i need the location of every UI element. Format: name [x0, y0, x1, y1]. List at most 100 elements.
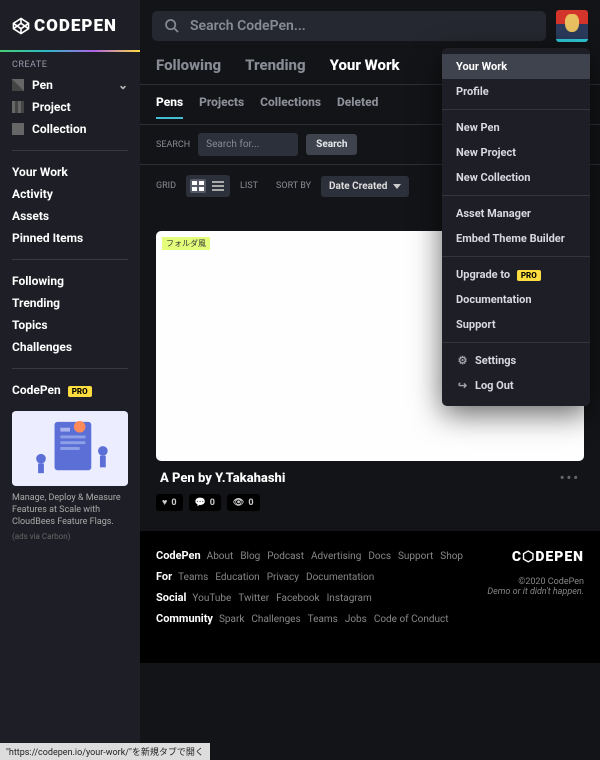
user-avatar[interactable]	[556, 10, 588, 42]
dropdown-divider	[442, 342, 590, 343]
ad-via[interactable]: (ads via Carbon)	[0, 528, 140, 545]
search-bar[interactable]	[152, 11, 546, 41]
dropdown-new-collection[interactable]: New Collection	[442, 165, 590, 190]
grid-icon	[192, 181, 204, 191]
filter-search-input[interactable]	[198, 133, 298, 156]
dropdown-divider	[442, 256, 590, 257]
footer-link-privacy[interactable]: Privacy	[267, 572, 299, 583]
sidebar-item-trending[interactable]: Trending	[0, 292, 140, 314]
sidebar-create-pen[interactable]: Pen⌄	[0, 74, 140, 96]
footer-link-docs[interactable]: Docs	[368, 551, 391, 562]
codepen-logo-icon	[12, 17, 30, 35]
carbon-ad[interactable]	[12, 411, 128, 486]
sidebar-item-topics[interactable]: Topics	[0, 314, 140, 336]
dropdown-divider	[442, 195, 590, 196]
ad-illustration-icon	[12, 411, 128, 486]
divider	[12, 259, 128, 260]
dropdown-profile[interactable]: Profile	[442, 79, 590, 104]
logo-text: CODEPEN	[34, 16, 117, 36]
footer-link-advertising[interactable]: Advertising	[311, 551, 361, 562]
search-input[interactable]	[190, 18, 534, 34]
footer-head: CodePen	[156, 549, 201, 562]
footer-link-about[interactable]: About	[207, 551, 234, 562]
footer-link-code-of-conduct[interactable]: Code of Conduct	[374, 614, 449, 625]
footer-link-teams[interactable]: Teams	[308, 614, 338, 625]
eye-icon: 👁	[233, 498, 244, 508]
pen-more-button[interactable]: •••	[560, 471, 580, 486]
dropdown-your-work[interactable]: Your Work	[442, 54, 590, 79]
sidebar-item-your-work[interactable]: Your Work	[0, 161, 140, 183]
sidebar-item-challenges[interactable]: Challenges	[0, 336, 140, 358]
sidebar-item-following[interactable]: Following	[0, 270, 140, 292]
footer-link-support[interactable]: Support	[398, 551, 433, 562]
status-bar: "https://codepen.io/your-work/"を新規タブで開く	[0, 743, 210, 760]
footer: CodePen About Blog Podcast Advertising Docs Su…	[140, 531, 600, 663]
views-count: 0	[248, 498, 253, 508]
create-label: CREATE	[0, 58, 140, 74]
dropdown-asset-manager[interactable]: Asset Manager	[442, 201, 590, 226]
dropdown-settings[interactable]: ⚙Settings	[442, 348, 590, 373]
list-label: LIST	[240, 181, 258, 191]
filter-search-button[interactable]: Search	[306, 134, 357, 155]
footer-link-jobs[interactable]: Jobs	[345, 614, 367, 625]
grid-view-button[interactable]	[190, 179, 206, 193]
dropdown-upgrade[interactable]: Upgrade to PRO	[442, 262, 590, 287]
subtab-collections[interactable]: Collections	[260, 87, 321, 118]
sidebar-item-activity[interactable]: Activity	[0, 183, 140, 205]
footer-tagline: Demo or it didn't happen.	[487, 587, 584, 597]
comment-icon: 💬	[195, 498, 206, 508]
sortby-select[interactable]: Date Created	[321, 176, 409, 197]
stat-comments[interactable]: 💬0	[189, 494, 221, 511]
stat-likes[interactable]: ♥0	[156, 494, 183, 511]
pen-stats: ♥0 💬0 👁0	[156, 494, 584, 511]
footer-head: For	[156, 570, 172, 583]
footer-link-instagram[interactable]: Instagram	[327, 593, 372, 604]
footer-copyright: ©2020 CodePen	[487, 577, 584, 587]
dropdown-divider	[442, 109, 590, 110]
tab-trending[interactable]: Trending	[245, 56, 305, 74]
subtab-deleted[interactable]: Deleted	[337, 87, 378, 118]
sidebar: CODEPEN CREATE Pen⌄ProjectCollection You…	[0, 0, 140, 760]
footer-link-youtube[interactable]: YouTube	[192, 593, 231, 604]
tab-your-work[interactable]: Your Work	[330, 56, 400, 74]
dropdown-documentation[interactable]: Documentation	[442, 287, 590, 312]
dropdown-new-project[interactable]: New Project	[442, 140, 590, 165]
dropdown-support[interactable]: Support	[442, 312, 590, 337]
footer-link-shop[interactable]: Shop	[440, 551, 463, 562]
footer-link-teams[interactable]: Teams	[178, 572, 208, 583]
dropdown-new-pen[interactable]: New Pen	[442, 115, 590, 140]
subtab-projects[interactable]: Projects	[199, 87, 244, 118]
footer-link-education[interactable]: Education	[215, 572, 259, 583]
footer-link-spark[interactable]: Spark	[219, 614, 244, 625]
footer-link-podcast[interactable]: Podcast	[267, 551, 304, 562]
tab-following[interactable]: Following	[156, 56, 221, 74]
logo[interactable]: CODEPEN	[0, 0, 140, 50]
footer-head: Community	[156, 612, 213, 625]
sidebar-item-pinned-items[interactable]: Pinned Items	[0, 227, 140, 249]
footer-link-blog[interactable]: Blog	[240, 551, 260, 562]
sidebar-codepen-pro[interactable]: CodePen PRO	[0, 379, 140, 401]
sidebar-item-assets[interactable]: Assets	[0, 205, 140, 227]
subtab-pens[interactable]: Pens	[156, 87, 183, 119]
pro-badge: PRO	[517, 270, 541, 281]
footer-link-documentation[interactable]: Documentation	[306, 572, 374, 583]
stat-views[interactable]: 👁0	[227, 494, 260, 511]
footer-link-twitter[interactable]: Twitter	[238, 593, 269, 604]
dropdown-embed-theme-builder[interactable]: Embed Theme Builder	[442, 226, 590, 251]
sidebar-create-project[interactable]: Project	[0, 96, 140, 118]
dropdown-log-out[interactable]: ↪Log Out	[442, 373, 590, 398]
footer-link-facebook[interactable]: Facebook	[276, 593, 319, 604]
footer-right: C⬡DEPEN ©2020 CodePen Demo or it didn't …	[487, 549, 584, 633]
view-toggle	[186, 175, 230, 197]
sidebar-create-collection[interactable]: Collection	[0, 118, 140, 140]
gear-icon: ⚙	[456, 354, 469, 367]
create-label: Pen	[32, 78, 53, 92]
list-view-button[interactable]	[210, 179, 226, 193]
likes-count: 0	[171, 498, 176, 508]
divider	[12, 150, 128, 151]
footer-head: Social	[156, 591, 186, 604]
divider	[12, 368, 128, 369]
ad-text[interactable]: Manage, Deploy & Measure Features at Sca…	[0, 492, 140, 528]
pen-title[interactable]: A Pen by Y.Takahashi	[160, 471, 285, 486]
footer-link-challenges[interactable]: Challenges	[251, 614, 300, 625]
